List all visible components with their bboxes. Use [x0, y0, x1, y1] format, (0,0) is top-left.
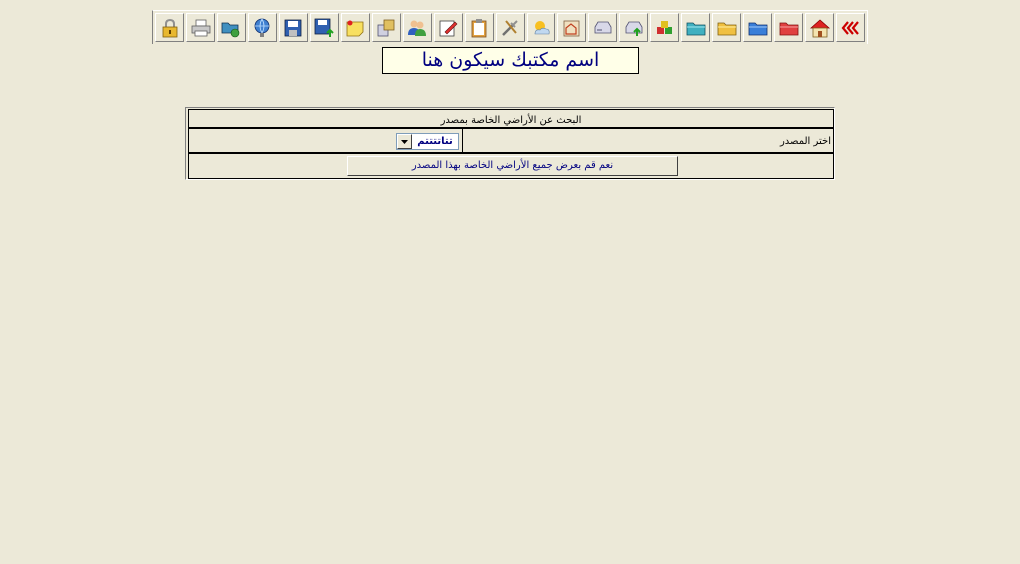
drive-icon[interactable] — [588, 13, 618, 42]
toolbar — [152, 10, 868, 44]
show-lands-button[interactable]: نعم قم بعرض جميع الأراضي الخاصة بهذا الم… — [347, 156, 678, 176]
edit-icon[interactable] — [433, 13, 463, 42]
folder-network-icon[interactable] — [216, 13, 246, 42]
home-icon[interactable] — [805, 13, 835, 42]
source-select-cell: تتاتتتتم — [188, 128, 463, 153]
drive-upload-icon[interactable] — [619, 13, 649, 42]
save-icon[interactable] — [278, 13, 308, 42]
users-icon[interactable] — [402, 13, 432, 42]
search-panel: البحث عن الأراضي الخاصة بمصدر اختر المصد… — [185, 107, 835, 180]
tools-icon[interactable] — [495, 13, 525, 42]
transfer-icon[interactable] — [371, 13, 401, 42]
house-edit-icon[interactable] — [557, 13, 587, 42]
search-title: البحث عن الأراضي الخاصة بمصدر — [188, 109, 834, 128]
show-button-cell: نعم قم بعرض جميع الأراضي الخاصة بهذا الم… — [188, 153, 834, 179]
save-as-icon[interactable] — [309, 13, 339, 42]
chevron-down-icon[interactable] — [397, 134, 412, 149]
chevrons-icon[interactable] — [836, 13, 865, 42]
yellow-folder-icon[interactable] — [712, 13, 742, 42]
cubes-icon[interactable] — [650, 13, 680, 42]
teal-folder-icon[interactable] — [681, 13, 711, 42]
network-icon[interactable] — [247, 13, 277, 42]
source-select-value: تتاتتتتم — [417, 136, 453, 147]
lock-icon[interactable] — [155, 13, 185, 42]
red-folder-icon[interactable] — [774, 13, 804, 42]
source-select[interactable]: تتاتتتتم — [396, 133, 459, 150]
blue-folder-icon[interactable] — [743, 13, 773, 42]
weather-icon[interactable] — [526, 13, 556, 42]
sticky-note-icon[interactable] — [340, 13, 370, 42]
clipboard-icon[interactable] — [464, 13, 494, 42]
printer-icon[interactable] — [186, 13, 215, 42]
office-name: اسم مكتبك سيكون هنا — [382, 47, 639, 74]
source-label: اختر المصدر — [462, 128, 834, 153]
